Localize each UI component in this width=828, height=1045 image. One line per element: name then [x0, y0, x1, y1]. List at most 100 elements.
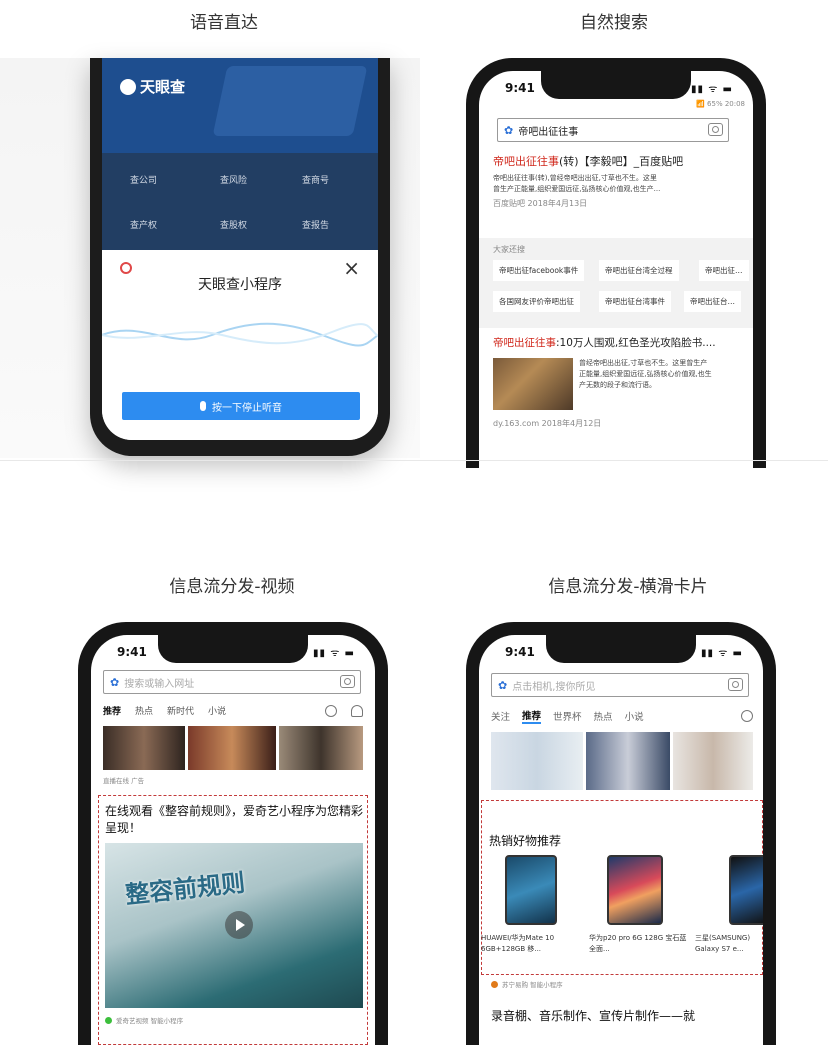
result-title: 帝吧出征往事(转)【李毅吧】_百度贴吧 [493, 155, 684, 168]
stop-listening-button[interactable]: 按一下停止听音 [122, 392, 360, 420]
next-headline[interactable]: 录音棚、音乐制作、宣传片制作——就 [491, 1007, 753, 1024]
voice-wave [102, 322, 378, 347]
grid-item[interactable]: 查股权 [220, 218, 247, 231]
status-icons: ▮▮ ᯤ ▬ [313, 648, 355, 659]
divider [0, 460, 828, 461]
baidu-paw-icon: ✿ [504, 123, 514, 137]
grid-item[interactable]: 查报告 [302, 218, 329, 231]
tab-novel[interactable]: 小说 [208, 704, 226, 717]
caption-search: 自然搜索 [580, 13, 648, 33]
tab-follow[interactable]: 关注 [491, 709, 510, 723]
baidu-paw-icon: ✿ [110, 675, 120, 689]
tab-world-cup[interactable]: 世界杯 [553, 709, 582, 723]
result-meta: dy.163.com 2018年4月12日 [493, 419, 602, 428]
ad-label: 直播在线 广告 [103, 777, 145, 785]
notch [541, 71, 691, 99]
popup-title: 天眼查小程序 [198, 277, 282, 293]
header-device-illustration [212, 66, 368, 136]
card-screen: 9:41 ▮▮ ᯤ ▬ ✿ 点击相机,搜你所见 关注 推荐 世界杯 热点 小说 … [479, 635, 763, 1045]
caption-video: 信息流分发-视频 [169, 577, 295, 597]
voice-popup: 天眼查小程序 × 按一下停止听音 [102, 250, 378, 440]
notch [546, 635, 696, 663]
feed-image-1 [491, 732, 583, 790]
status-icons: ▮▮ ᯤ ▬ [691, 84, 733, 95]
tab-novel[interactable]: 小说 [625, 709, 644, 723]
suning-icon [491, 980, 498, 988]
grid-item[interactable]: 查商号 [302, 173, 329, 186]
video-headline[interactable]: 在线观看《整容前规则》，爱奇艺小程序为您精彩呈现！ [105, 803, 363, 837]
caption-voice: 语音直达 [190, 13, 258, 33]
iqiyi-icon [105, 1016, 112, 1024]
feed-image-3 [673, 732, 753, 790]
also-search-label: 大家还搜 [493, 245, 525, 254]
notch [158, 635, 308, 663]
voice-phone: 天眼查 查公司 查风险 查商号 查产权 查股权 查报告 天眼查小程序 × 按一下… [90, 58, 390, 456]
product-image-1[interactable] [505, 855, 557, 925]
feed-tabs: 推荐 热点 新时代 小说 [103, 704, 363, 717]
grid-item[interactable]: 查产权 [130, 218, 157, 231]
search-input[interactable]: ✿ 帝吧出征往事 [497, 118, 729, 142]
product-image-3[interactable] [729, 855, 763, 925]
result-1[interactable]: 帝吧出征往事(转)【李毅吧】_百度贴吧 帝吧出征往事(转),曾经帝吧出出征,寸草… [493, 154, 743, 209]
camera-icon[interactable] [728, 678, 743, 691]
status-icons: ▮▮ ᯤ ▬ [701, 648, 743, 659]
related-chip[interactable]: 帝吧出征台湾全过程 [599, 260, 679, 281]
headset-icon[interactable] [351, 704, 363, 717]
search-input[interactable]: ✿ 搜索或输入网址 [103, 670, 361, 694]
tianyancha-header: 天眼查 [102, 58, 378, 153]
related-chip[interactable]: 帝吧出征台… [684, 291, 741, 312]
status-time: 9:41 [505, 645, 535, 659]
result-2[interactable]: 帝吧出征往事:10万人围观,红色圣光攻陷脸书.... 曾经帝吧出出征,寸草也不生… [493, 336, 745, 428]
search-input[interactable]: ✿ 点击相机,搜你所见 [491, 673, 749, 697]
feed-image-2 [188, 726, 276, 770]
video-phone: 9:41 ▮▮ ᯤ ▬ ✿ 搜索或输入网址 推荐 热点 新时代 小说 直播在线 … [78, 622, 388, 1045]
voice-screen: 天眼查 查公司 查风险 查商号 查产权 查股权 查报告 天眼查小程序 × 按一下… [102, 58, 378, 440]
feed-image-3 [279, 726, 363, 770]
tab-recommend[interactable]: 推荐 [522, 708, 542, 724]
product-name[interactable]: HUAWEI/华为Mate 10 6GB+128GB 移... [481, 933, 579, 955]
feed-tabs: 关注 推荐 世界杯 热点 小说 [491, 708, 753, 724]
close-icon[interactable]: × [343, 256, 360, 280]
search-phone: 9:41 ▮▮ ᯤ ▬ 📶 65% 20:08 ✿ 帝吧出征往事 帝吧出征往事(… [466, 58, 766, 468]
result-meta: 百度贴吧 2018年4月13日 [493, 199, 588, 208]
tianyancha-logo: 天眼查 [120, 76, 185, 97]
status-time: 9:41 [505, 81, 535, 95]
tab-new-era[interactable]: 新时代 [167, 704, 194, 717]
product-name[interactable]: 华为p20 pro 6G 128G 宝石蓝 全面... [589, 933, 687, 955]
grid-item[interactable]: 查风险 [220, 173, 247, 186]
result-title: 帝吧出征往事:10万人围观,红色圣光攻陷脸书.... [493, 337, 716, 349]
section-title: 热销好物推荐 [489, 834, 562, 848]
tab-recommend[interactable]: 推荐 [103, 704, 121, 717]
related-chip[interactable]: 帝吧出征台湾事件 [599, 291, 671, 312]
related-chip[interactable]: 各国网友评价帝吧出征 [493, 291, 580, 312]
feed-image-1 [103, 726, 185, 770]
also-search-section: 大家还搜 帝吧出征facebook事件 帝吧出征台湾全过程 帝吧出征… 各国网友… [479, 238, 753, 328]
target-icon[interactable] [120, 262, 132, 274]
result-snippet: 帝吧出征往事(转),曾经帝吧出出征,寸草也不生。这里 曾生产正能量,组织爱国远征… [493, 174, 661, 193]
baidu-paw-icon: ✿ [498, 678, 508, 692]
card-source: 苏宁易购 智能小程序 [491, 979, 563, 989]
search-screen: 9:41 ▮▮ ᯤ ▬ 📶 65% 20:08 ✿ 帝吧出征往事 帝吧出征往事(… [479, 71, 753, 468]
add-tab-icon[interactable] [325, 704, 337, 717]
camera-icon[interactable] [708, 123, 723, 136]
product-image-2[interactable] [607, 855, 663, 925]
camera-icon[interactable] [340, 675, 355, 688]
video-poster[interactable]: 整容前规则 [105, 843, 363, 1008]
tianyancha-grid: 查公司 查风险 查商号 查产权 查股权 查报告 [102, 153, 378, 253]
caption-card: 信息流分发-横滑卡片 [548, 577, 708, 597]
card-phone: 9:41 ▮▮ ᯤ ▬ ✿ 点击相机,搜你所见 关注 推荐 世界杯 热点 小说 … [466, 622, 776, 1045]
add-tab-icon[interactable] [741, 710, 753, 722]
grid-item[interactable]: 查公司 [130, 173, 157, 186]
status-time: 9:41 [117, 645, 147, 659]
related-chip[interactable]: 帝吧出征… [699, 260, 749, 281]
tab-hot[interactable]: 热点 [594, 709, 613, 723]
tab-hot[interactable]: 热点 [135, 704, 153, 717]
play-icon[interactable] [225, 911, 253, 939]
result-thumbnail [493, 358, 573, 410]
video-screen: 9:41 ▮▮ ᯤ ▬ ✿ 搜索或输入网址 推荐 热点 新时代 小说 直播在线 … [91, 635, 375, 1045]
product-name[interactable]: 三星(SAMSUNG) Galaxy S7 e... [695, 933, 761, 955]
related-chip[interactable]: 帝吧出征facebook事件 [493, 260, 585, 281]
feed-image-2 [586, 732, 670, 790]
microphone-icon [200, 401, 206, 411]
result-snippet: 曾经帝吧出出征,寸草也不生。这里曾生产 正能量,组织爱国远征,弘扬核心价值观,也… [579, 359, 712, 389]
